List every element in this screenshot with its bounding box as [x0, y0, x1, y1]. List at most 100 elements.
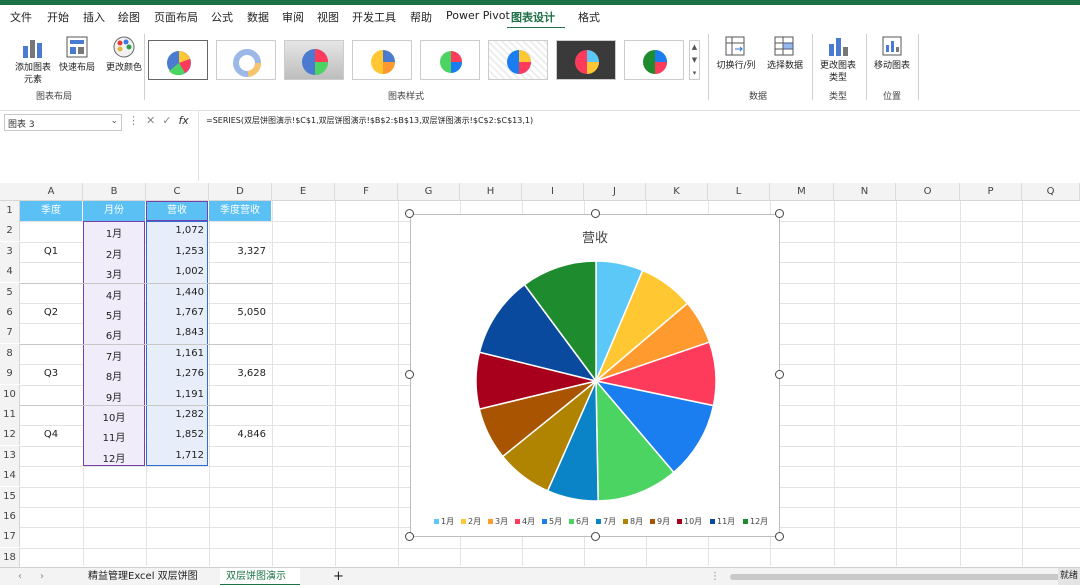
add-chart-element-button[interactable]: 添加图表元素 [12, 34, 54, 86]
revenue-cell[interactable]: 1,161 [146, 348, 204, 359]
row-header-3[interactable]: 3 [0, 242, 20, 262]
quarter-revenue-cell[interactable]: 4,846 [209, 429, 266, 440]
legend-item[interactable]: 7月 [596, 516, 616, 527]
horizontal-scrollbar[interactable] [730, 574, 1060, 580]
column-header-K[interactable]: K [646, 183, 708, 201]
chart-style-thumb-7[interactable] [556, 40, 616, 80]
tab-review[interactable]: 审阅 [282, 9, 304, 25]
legend-item[interactable]: 9月 [650, 516, 670, 527]
header-cell-revenue[interactable]: 营收 [146, 201, 208, 221]
revenue-cell[interactable]: 1,191 [146, 389, 204, 400]
resize-handle[interactable] [775, 532, 784, 541]
more-icon[interactable]: ⋮ [710, 568, 720, 585]
legend-item[interactable]: 5月 [542, 516, 562, 527]
revenue-cell[interactable]: 1,072 [146, 225, 204, 236]
prev-sheet-icon[interactable]: ‹ [18, 568, 22, 585]
tab-data[interactable]: 数据 [247, 9, 269, 25]
quarter-revenue-cell[interactable]: 3,628 [209, 368, 266, 379]
row-header-17[interactable]: 17 [0, 527, 20, 547]
styles-scroll[interactable]: ▲ ▼ ▾ [689, 40, 700, 80]
row-header-15[interactable]: 15 [0, 487, 20, 507]
resize-handle[interactable] [405, 370, 414, 379]
resize-handle[interactable] [591, 209, 600, 218]
tab-chart-design[interactable]: 图表设计 [511, 9, 555, 25]
change-chart-type-button[interactable]: 更改图表类型 [816, 34, 860, 84]
add-sheet-icon[interactable]: + [333, 568, 344, 585]
header-cell-month[interactable]: 月份 [83, 201, 145, 221]
name-box[interactable]: 图表 3 ⌄ [4, 114, 122, 131]
column-header-N[interactable]: N [834, 183, 896, 201]
tab-page-layout[interactable]: 页面布局 [154, 9, 198, 25]
cancel-icon[interactable]: ✕ [146, 114, 155, 127]
tab-file[interactable]: 文件 [10, 9, 32, 25]
column-header-D[interactable]: D [209, 183, 272, 201]
revenue-cell[interactable]: 1,440 [146, 287, 204, 298]
column-header-O[interactable]: O [896, 183, 960, 201]
month-cell[interactable]: 3月 [83, 266, 145, 281]
row-header-5[interactable]: 5 [0, 283, 20, 303]
row-header-1[interactable]: 1 [0, 201, 20, 221]
resize-handle[interactable] [775, 370, 784, 379]
legend-item[interactable]: 3月 [488, 516, 508, 527]
chart-style-thumb-8[interactable] [624, 40, 684, 80]
legend-item[interactable]: 4月 [515, 516, 535, 527]
column-header-C[interactable]: C [146, 183, 209, 201]
sheet-tab-2[interactable]: 双层饼图演示 [220, 568, 300, 585]
chart-style-thumb-3[interactable] [284, 40, 344, 80]
row-header-14[interactable]: 14 [0, 466, 20, 486]
chevron-down-icon[interactable]: ⌄ [110, 116, 118, 126]
column-header-F[interactable]: F [335, 183, 398, 201]
column-header-P[interactable]: P [960, 183, 1022, 201]
month-cell[interactable]: 11月 [83, 429, 145, 444]
tab-developer[interactable]: 开发工具 [352, 9, 396, 25]
row-header-7[interactable]: 7 [0, 323, 20, 343]
month-cell[interactable]: 12月 [83, 450, 145, 465]
month-cell[interactable]: 4月 [83, 287, 145, 302]
tab-help[interactable]: 帮助 [410, 9, 432, 25]
sheet-tab-1[interactable]: 精益管理Excel 双层饼图 [88, 568, 198, 585]
chart-style-thumb-1[interactable] [148, 40, 208, 80]
column-header-M[interactable]: M [770, 183, 834, 201]
row-header-10[interactable]: 10 [0, 385, 20, 405]
tab-home[interactable]: 开始 [47, 9, 69, 25]
legend-item[interactable]: 6月 [569, 516, 589, 527]
select-data-button[interactable]: 选择数据 [763, 34, 807, 72]
resize-handle[interactable] [775, 209, 784, 218]
chart-style-thumb-6[interactable] [488, 40, 548, 80]
month-cell[interactable]: 7月 [83, 348, 145, 363]
revenue-cell[interactable]: 1,767 [146, 307, 204, 318]
revenue-cell[interactable]: 1,002 [146, 266, 204, 277]
select-all-corner[interactable] [0, 183, 20, 201]
row-header-12[interactable]: 12 [0, 425, 20, 445]
row-header-8[interactable]: 8 [0, 344, 20, 364]
legend-item[interactable]: 1月 [434, 516, 454, 527]
column-header-J[interactable]: J [584, 183, 646, 201]
legend-item[interactable]: 10月 [677, 516, 702, 527]
column-header-Q[interactable]: Q [1022, 183, 1080, 201]
resize-handle[interactable] [405, 209, 414, 218]
tab-view[interactable]: 视图 [317, 9, 339, 25]
column-header-E[interactable]: E [272, 183, 335, 201]
next-sheet-icon[interactable]: › [40, 568, 44, 585]
revenue-cell[interactable]: 1,852 [146, 429, 204, 440]
header-cell-quarter-revenue[interactable]: 季度营收 [209, 201, 271, 221]
row-header-2[interactable]: 2 [0, 221, 20, 241]
tab-insert[interactable]: 插入 [83, 9, 105, 25]
more-icon[interactable]: ⋮ [128, 114, 139, 127]
column-header-A[interactable]: A [20, 183, 83, 201]
pie-chart[interactable] [410, 214, 780, 537]
legend-item[interactable]: 12月 [743, 516, 768, 527]
column-header-L[interactable]: L [708, 183, 770, 201]
tab-formulas[interactable]: 公式 [211, 9, 233, 25]
legend-item[interactable]: 8月 [623, 516, 643, 527]
change-colors-button[interactable]: 更改颜色 [104, 34, 144, 74]
revenue-cell[interactable]: 1,843 [146, 327, 204, 338]
month-cell[interactable]: 8月 [83, 368, 145, 383]
month-cell[interactable]: 1月 [83, 225, 145, 240]
header-cell-quarter[interactable]: 季度 [20, 201, 82, 221]
quarter-revenue-cell[interactable]: 3,327 [209, 246, 266, 257]
revenue-cell[interactable]: 1,276 [146, 368, 204, 379]
switch-row-column-button[interactable]: 切换行/列 [713, 34, 759, 72]
month-cell[interactable]: 6月 [83, 327, 145, 342]
quick-layout-button[interactable]: 快速布局 [56, 34, 98, 74]
